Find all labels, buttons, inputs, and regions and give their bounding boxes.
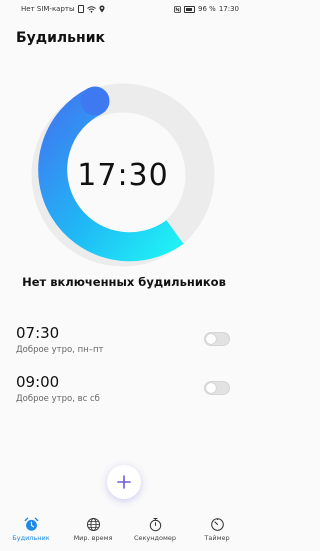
sim-icon xyxy=(77,5,84,13)
battery-icon xyxy=(184,5,196,13)
globe-icon xyxy=(85,516,101,532)
nav-label: Таймер xyxy=(204,534,230,542)
alarm-subtitle: Доброе утро, пн–пт xyxy=(16,345,104,355)
nfc-icon xyxy=(174,5,181,13)
alarm-time: 09:00 xyxy=(16,373,60,391)
status-time: 17:30 xyxy=(218,5,239,13)
toggle-knob xyxy=(206,383,216,393)
nav-item-alarm[interactable]: Будильник xyxy=(0,512,62,551)
page-title: Будильник xyxy=(16,30,106,46)
status-bar: Нет SIM-карты 96 % 17:30 xyxy=(0,0,248,18)
nav-item-timer[interactable]: Таймер xyxy=(186,512,248,551)
dial-time: 17:30 xyxy=(77,157,169,193)
nav-label: Мир. время xyxy=(73,534,113,542)
bottom-nav: Будильник Мир. время Секундомер Таймер xyxy=(0,512,248,551)
nav-item-stopwatch[interactable]: Секундомер xyxy=(124,512,186,551)
location-icon xyxy=(99,5,105,13)
empty-alarms-message: Нет включенных будильников xyxy=(22,275,226,289)
alarm-time: 07:30 xyxy=(16,324,60,342)
toggle-knob xyxy=(206,334,216,344)
alarm-toggle[interactable] xyxy=(204,381,230,395)
stopwatch-icon xyxy=(147,516,163,532)
add-alarm-button[interactable] xyxy=(107,465,141,499)
nav-label: Секундомер xyxy=(133,534,177,542)
wifi-icon xyxy=(86,5,96,13)
clock-dial: 17:30 xyxy=(30,82,216,268)
carrier-label: Нет SIM-карты xyxy=(21,5,75,13)
timer-icon xyxy=(209,516,225,532)
alarm-toggle[interactable] xyxy=(204,332,230,346)
alarm-item[interactable]: 07:30 Доброе утро, пн–пт xyxy=(0,324,248,360)
nav-label: Будильник xyxy=(12,534,50,542)
nav-item-world-clock[interactable]: Мир. время xyxy=(62,512,124,551)
alarm-item[interactable]: 09:00 Доброе утро, вс сб xyxy=(0,373,248,409)
plus-icon xyxy=(117,475,131,489)
alarm-clock-icon xyxy=(23,516,39,532)
battery-level: 96 % xyxy=(198,5,216,13)
alarm-subtitle: Доброе утро, вс сб xyxy=(16,394,100,404)
